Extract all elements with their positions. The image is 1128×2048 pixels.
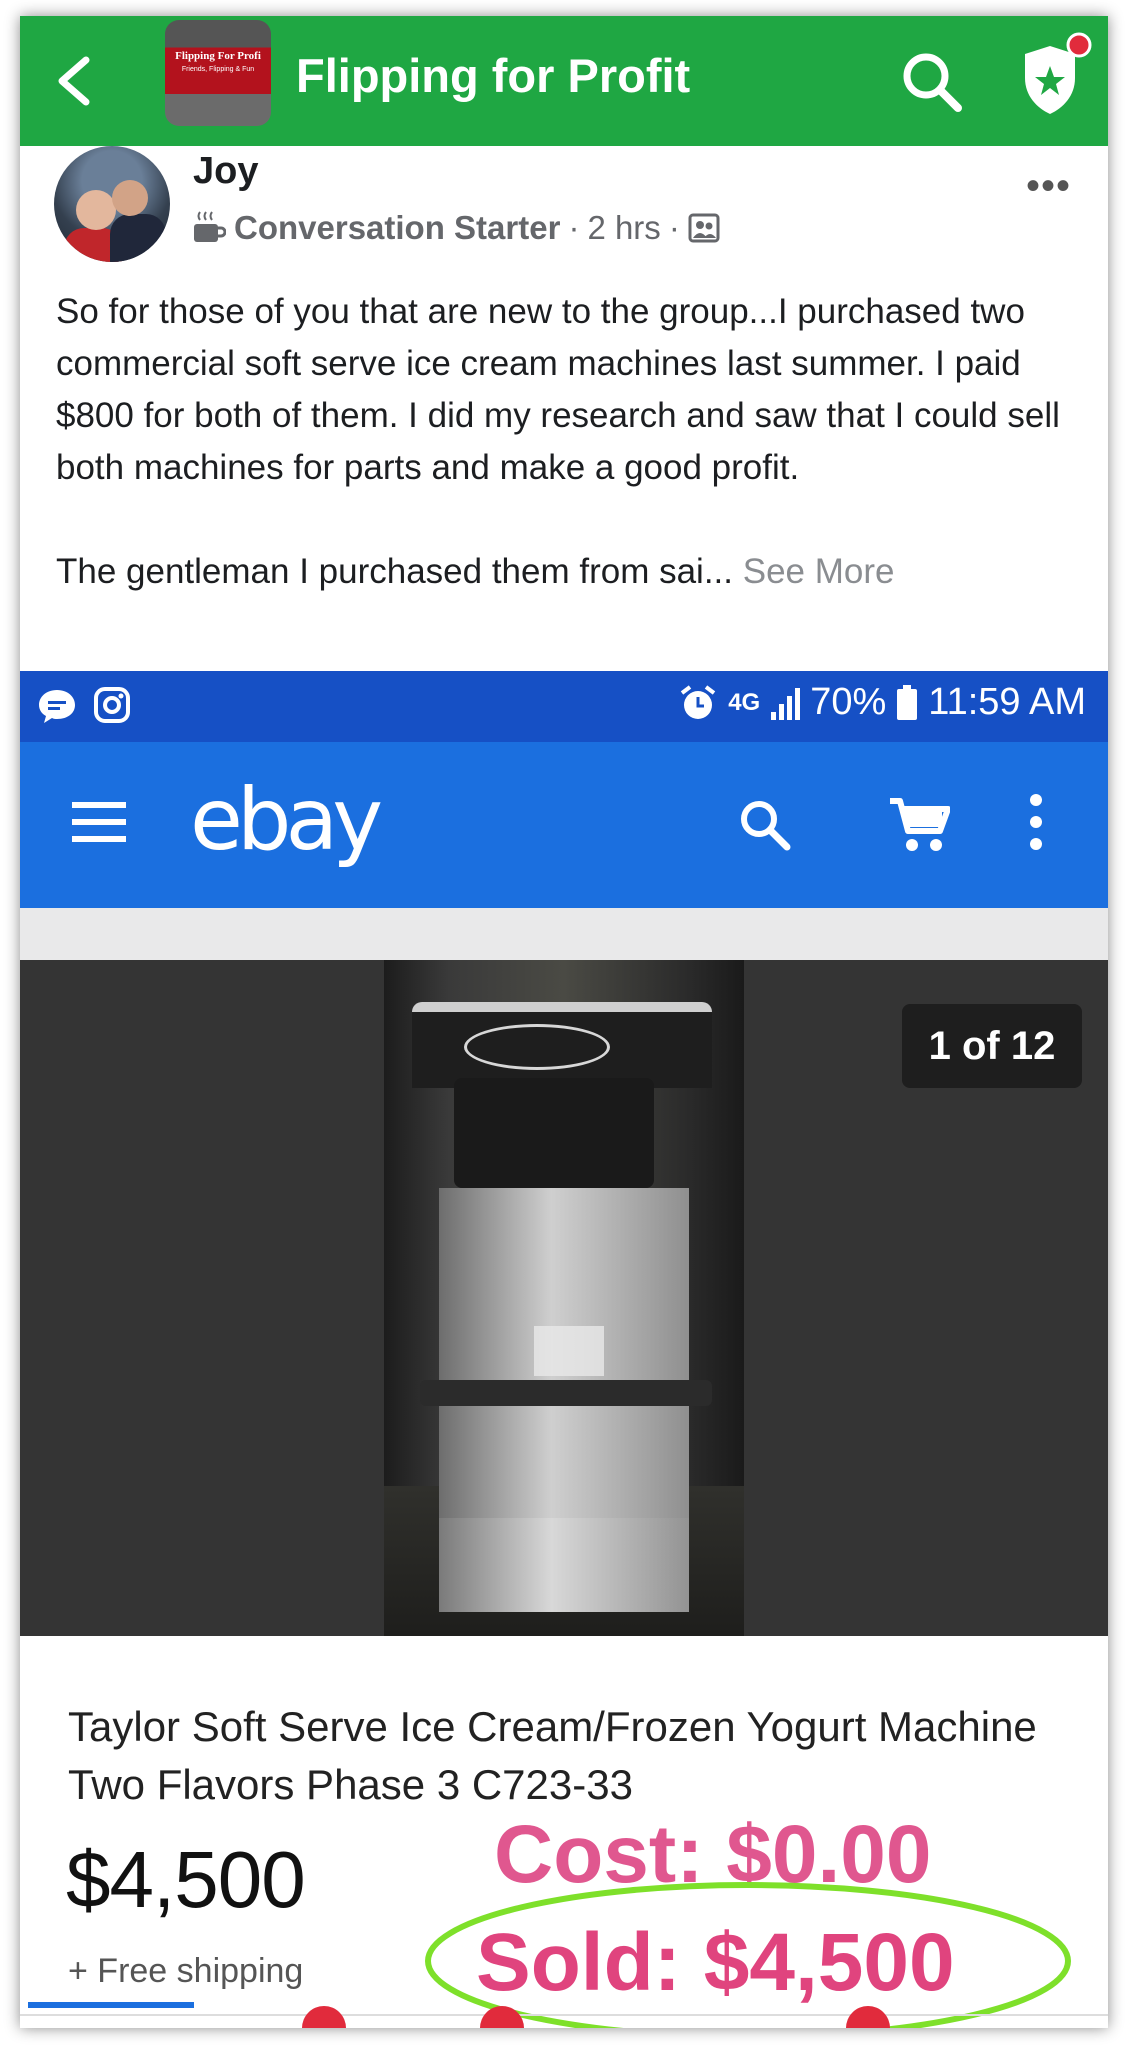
group-title[interactable]: Flipping for Profit [296,48,690,103]
divider-strip [20,908,1108,960]
group-audience-icon [688,213,720,243]
post-time[interactable]: 2 hrs [587,209,660,247]
search-icon[interactable] [900,50,964,114]
more-options-icon[interactable]: ••• [1026,166,1071,206]
group-thumb-title: Flipping For Profi [175,50,261,62]
notification-dot [1066,32,1092,58]
annotation-highlight-circle [425,1882,1071,2028]
photo-counter-badge: 1 of 12 [902,1004,1082,1088]
menu-icon[interactable] [72,802,126,853]
post-paragraph-preview: The gentleman I purchased them from sai.… [56,552,733,591]
cart-icon[interactable] [888,797,950,855]
ice-cream-machine-photo [384,960,744,1636]
admin-shield-star-icon[interactable] [1015,32,1095,122]
ebay-logo[interactable]: ebay [190,770,383,870]
battery-icon [897,684,918,720]
search-icon[interactable] [737,797,793,853]
see-more-link[interactable]: See More [743,552,895,591]
messages-icon [39,690,75,723]
notification-dot [302,2006,346,2028]
coffee-cup-icon [194,211,226,242]
listing-details: Taylor Soft Serve Ice Cream/Frozen Yogur… [20,1636,1108,2028]
network-type: 4G [728,688,761,716]
group-header: Flipping For Profi Friends, Flipping & F… [20,16,1108,146]
listing-price: $4,500 [66,1835,306,1924]
back-arrow-icon[interactable] [50,54,96,108]
listing-title: Taylor Soft Serve Ice Cream/Frozen Yogur… [68,1703,1037,1808]
signal-icon [771,687,801,720]
badge-label: Conversation Starter [234,209,561,246]
meta-separator: · [568,209,580,246]
ebay-app-bar: ebay [20,742,1108,908]
post-text: So for those of you that are new to the … [56,286,1086,598]
instagram-icon [94,687,130,723]
screenshot-frame: Flipping For Profi Friends, Flipping & F… [20,16,1108,2028]
listing-photo-gallery[interactable]: 1 of 12 [20,960,1108,1636]
alarm-icon [680,684,716,719]
bottom-divider [20,2014,1108,2016]
shipping-info: + Free shipping [68,1952,304,1990]
author-name[interactable]: Joy [193,150,258,193]
post-paragraph: So for those of you that are new to the … [56,292,1060,487]
battery-percent: 70% [810,681,887,723]
post-paragraph-truncated: The gentleman I purchased them from sai.… [56,546,1086,598]
overflow-menu-icon[interactable] [1030,794,1042,860]
group-thumb-subtitle: Friends, Flipping & Fun [181,66,255,73]
group-cover-thumbnail[interactable]: Flipping For Profi Friends, Flipping & F… [165,20,271,126]
status-time: 11:59 AM [928,681,1086,723]
tab-indicator [28,2002,194,2008]
android-status-bar: 4G 70% 11:59 AM [20,671,1108,742]
meta-separator: · [668,209,680,246]
post-meta: Conversation Starter · 2 hrs · [192,206,720,250]
author-avatar[interactable] [54,146,170,262]
